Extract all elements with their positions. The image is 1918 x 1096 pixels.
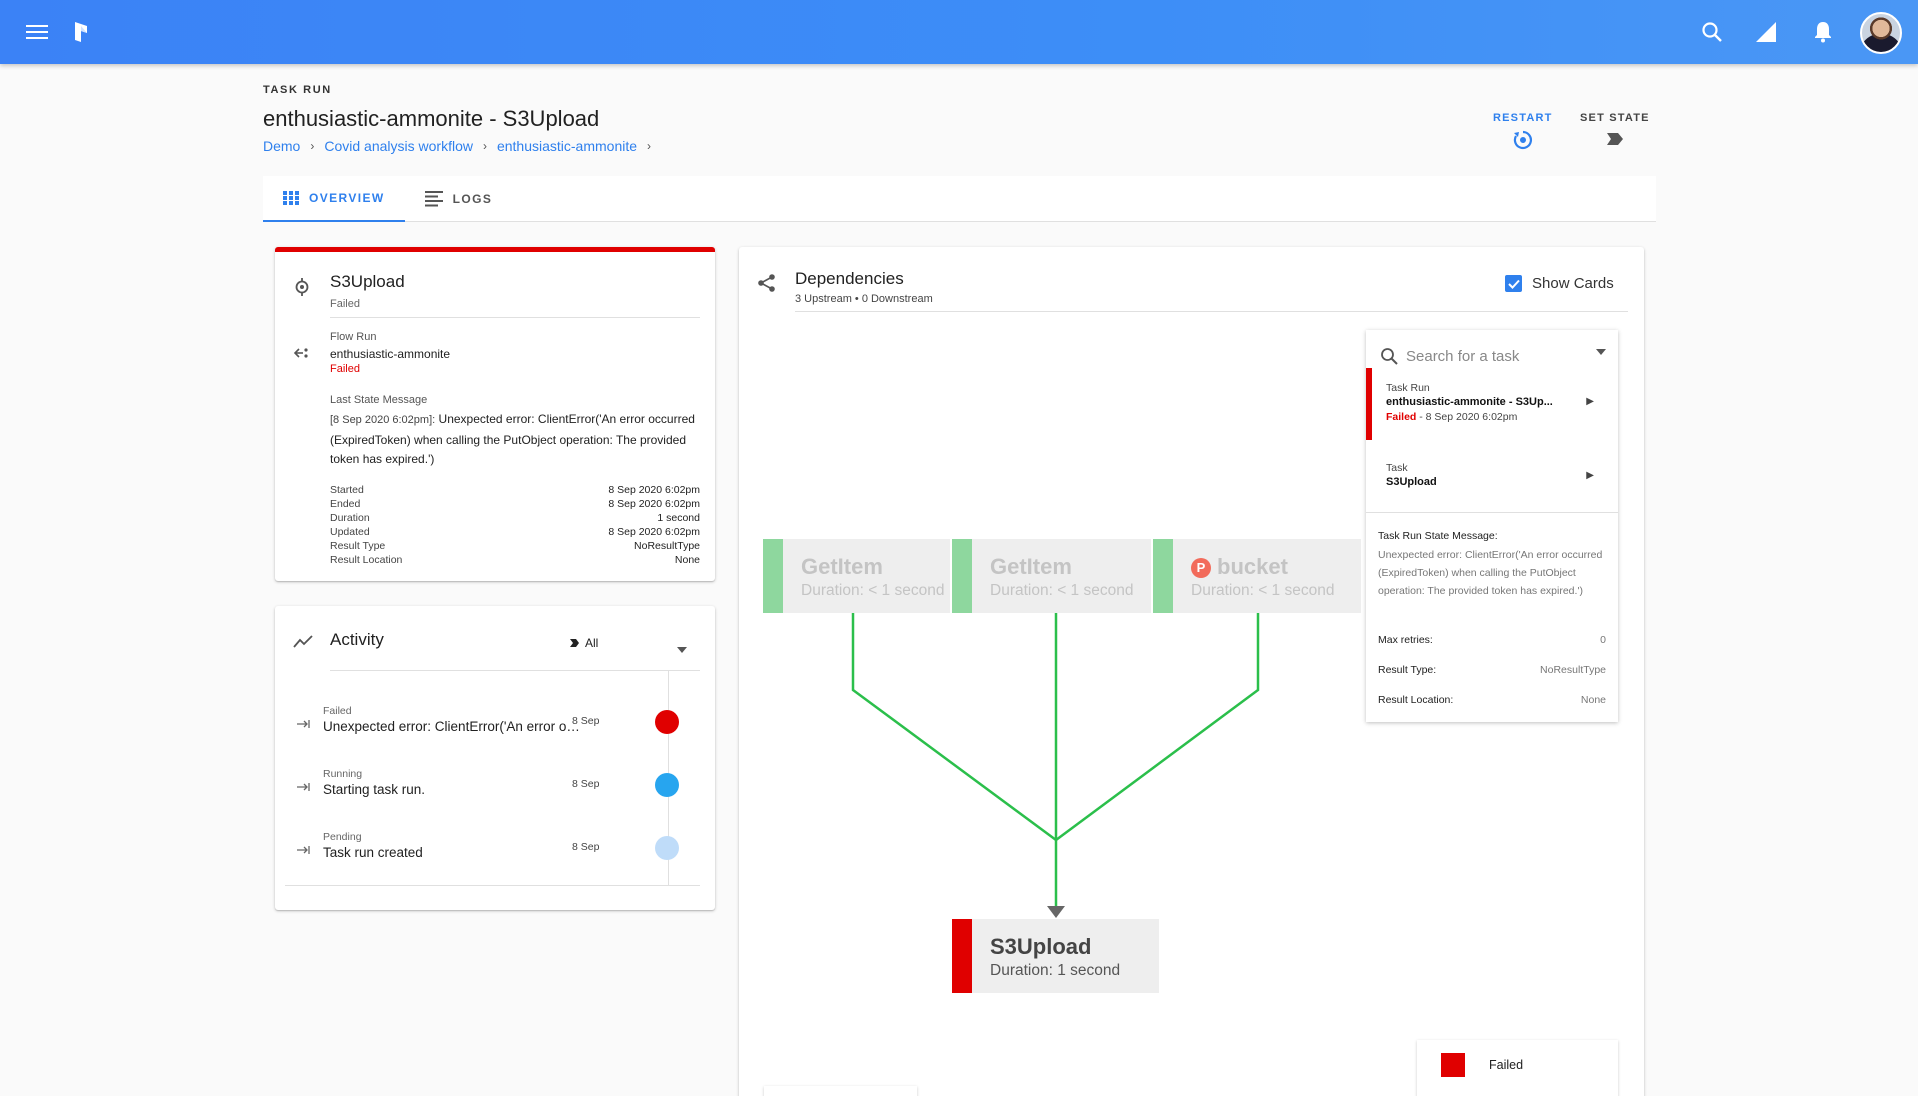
result-location-row: Result Location: None	[1378, 694, 1606, 706]
caret-right-icon: ▶	[1586, 396, 1594, 407]
caret-right-icon: ▶	[1586, 470, 1594, 481]
task-details-panel: Search for a task Task Run enthusiastic-…	[1366, 330, 1618, 722]
task-run-label: Task Run	[1386, 382, 1430, 394]
graph-legend: Failed	[1417, 1040, 1618, 1096]
node-state-bar	[952, 919, 972, 993]
failed-accent	[1366, 368, 1372, 440]
state-message-label: Task Run State Message:	[1378, 530, 1498, 542]
task-run-time: - 8 Sep 2020 6:02pm	[1416, 411, 1518, 423]
task-item[interactable]: Task S3Upload ▶	[1366, 442, 1618, 512]
node-name: GetItem	[990, 554, 1072, 579]
node-name: Pbucket	[1191, 554, 1288, 580]
node-name-text: bucket	[1217, 554, 1288, 579]
kv-key: Result Location:	[1378, 694, 1454, 706]
legend-swatch-failed	[1441, 1053, 1465, 1077]
task-label: Task	[1386, 462, 1408, 474]
parameter-badge-icon: P	[1191, 557, 1211, 578]
arrowhead	[1047, 906, 1065, 918]
node-duration: Duration: < 1 second	[801, 582, 945, 599]
search-icon	[1381, 348, 1398, 365]
kv-key: Max retries:	[1378, 634, 1433, 646]
search-placeholder: Search for a task	[1406, 347, 1520, 365]
node-state-bar	[763, 539, 783, 613]
task-run-state-line: Failed - 8 Sep 2020 6:02pm	[1386, 411, 1517, 423]
max-retries-row: Max retries: 0	[1378, 634, 1606, 646]
graph-node-s3upload[interactable]: S3Upload Duration: 1 second	[952, 919, 1159, 993]
node-duration: Duration: < 1 second	[990, 582, 1134, 599]
result-type-row: Result Type: NoResultType	[1378, 664, 1606, 676]
node-state-bar	[1153, 539, 1173, 613]
graph-node-getitem-1[interactable]: GetItem Duration: < 1 second	[763, 539, 950, 613]
node-name: GetItem	[801, 554, 883, 579]
graph-node-bucket[interactable]: Pbucket Duration: < 1 second	[1153, 539, 1361, 613]
node-duration: Duration: 1 second	[990, 962, 1121, 979]
divider	[1366, 512, 1618, 513]
caret-down-icon[interactable]	[1596, 342, 1606, 360]
task-run-item[interactable]: Task Run enthusiastic-ammonite - S3Up...…	[1366, 368, 1618, 440]
node-duration: Duration: < 1 second	[1191, 582, 1335, 599]
legend-label: Failed	[1489, 1058, 1524, 1072]
task-name: S3Upload	[1386, 476, 1437, 488]
task-run-name: enthusiastic-ammonite - S3Up...	[1386, 396, 1553, 408]
state-message-block: Task Run State Message: Unexpected error…	[1378, 530, 1606, 600]
kv-value: 0	[1600, 634, 1606, 646]
node-name: S3Upload	[990, 934, 1092, 959]
graph-minimap[interactable]	[764, 1086, 917, 1096]
edge-getitem-1	[851, 612, 1057, 842]
edge-bucket	[1055, 612, 1260, 842]
task-run-state: Failed	[1386, 411, 1417, 423]
state-message-text: Unexpected error: ClientError('An error …	[1378, 549, 1603, 597]
kv-key: Result Type:	[1378, 664, 1437, 676]
kv-value: NoResultType	[1540, 664, 1606, 676]
kv-value: None	[1580, 694, 1606, 706]
node-state-bar	[952, 539, 972, 613]
graph-node-getitem-2[interactable]: GetItem Duration: < 1 second	[952, 539, 1151, 613]
